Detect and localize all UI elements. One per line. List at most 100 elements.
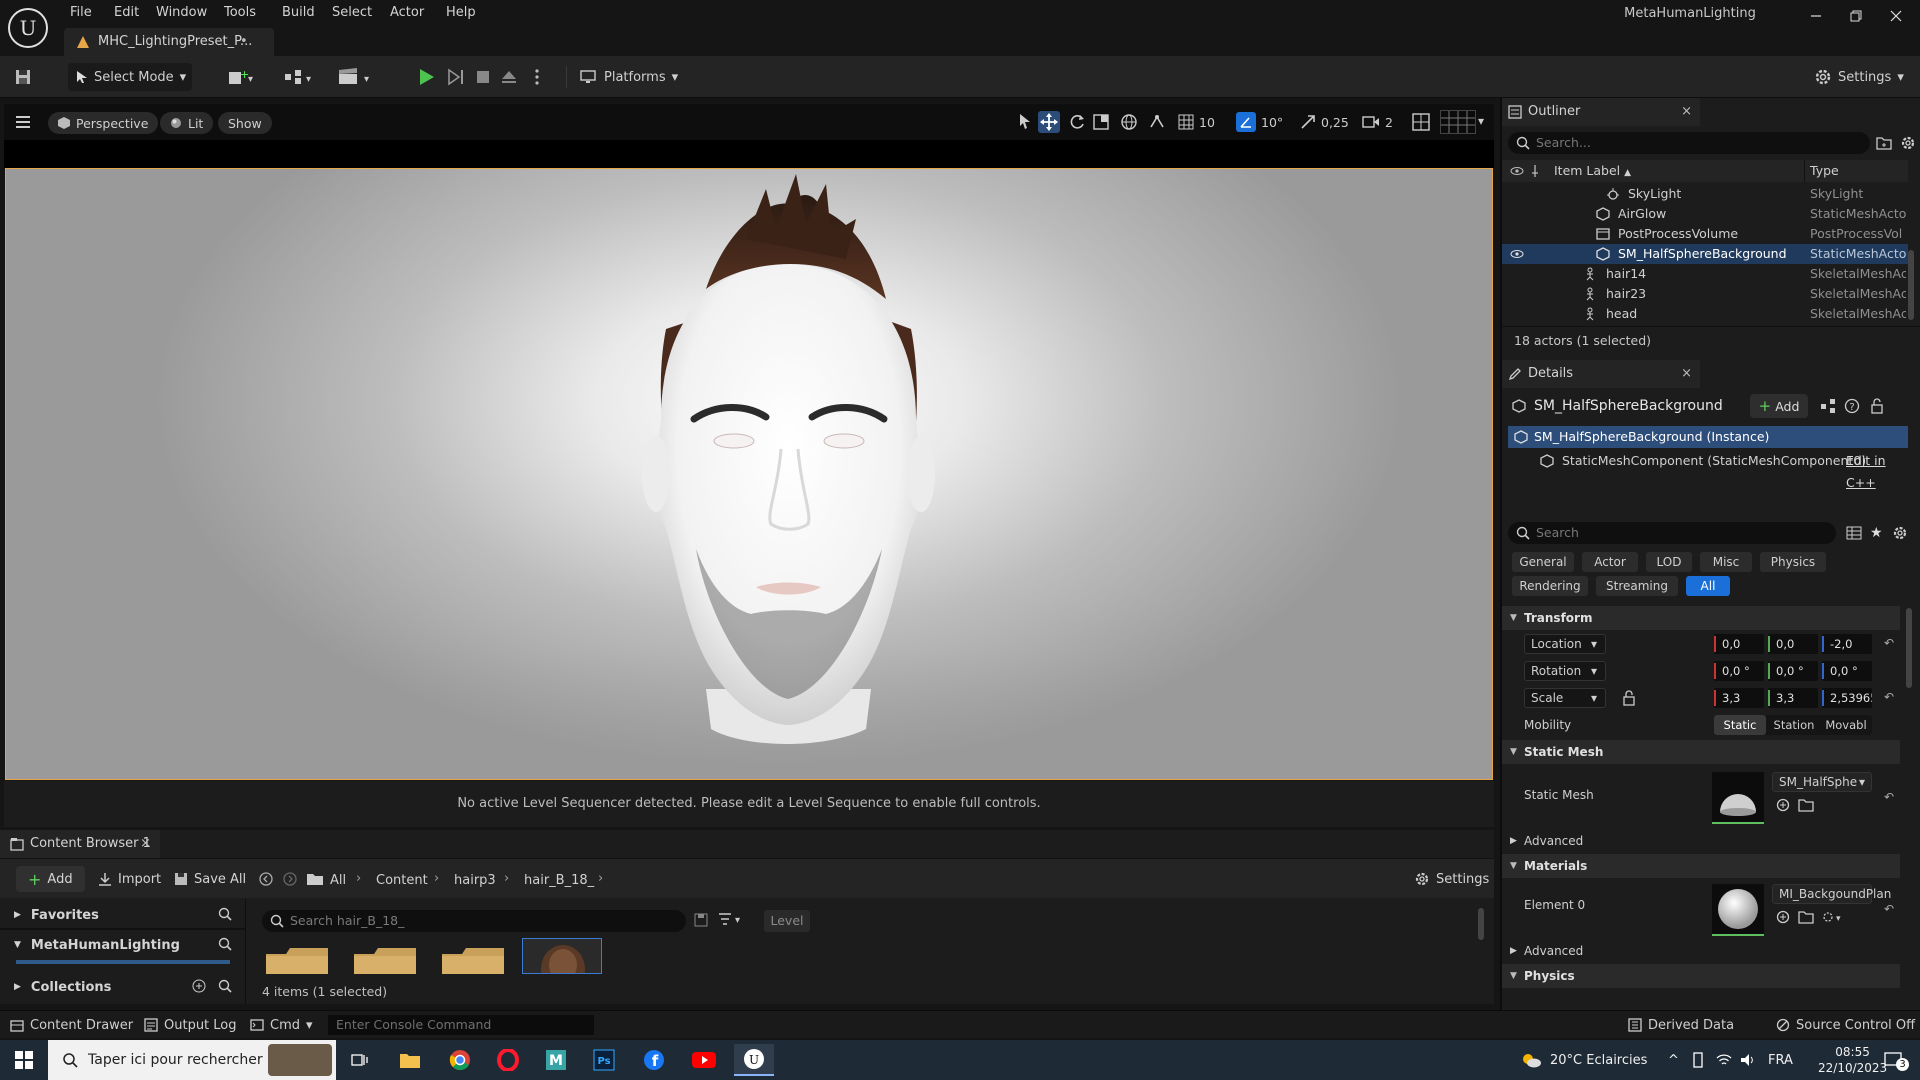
wifi-icon[interactable] bbox=[1716, 1040, 1732, 1080]
outliner-row-selected[interactable]: SM_HalfSphereBackground StaticMeshActo bbox=[1502, 244, 1908, 264]
opera-icon[interactable] bbox=[488, 1044, 528, 1076]
hamburger-menu-icon[interactable] bbox=[16, 115, 32, 129]
chevron-down-icon[interactable]: ▾ bbox=[1478, 114, 1484, 128]
menu-actor[interactable]: Actor bbox=[384, 3, 430, 23]
breadcrumb-hair-b-18[interactable]: hair_B_18_ bbox=[524, 873, 594, 888]
outliner-row[interactable]: hair14 SkeletalMeshAc bbox=[1502, 264, 1908, 284]
select-tool-icon[interactable] bbox=[1017, 113, 1035, 131]
language-indicator[interactable]: FRA bbox=[1768, 1040, 1793, 1080]
output-log-button[interactable]: Output Log bbox=[144, 1016, 237, 1034]
static-mesh-asset-picker[interactable]: SM_HalfSphe ▾ bbox=[1772, 772, 1872, 792]
unreal-editor-taskbar-icon[interactable]: U bbox=[734, 1044, 774, 1076]
close-window-icon[interactable] bbox=[1876, 4, 1916, 28]
help-icon[interactable]: ? bbox=[1844, 398, 1860, 414]
world-space-icon[interactable] bbox=[1120, 113, 1138, 131]
details-tab[interactable]: Details × bbox=[1502, 360, 1700, 388]
filter-actor[interactable]: Actor bbox=[1582, 552, 1638, 572]
location-x-field[interactable]: 0,0 bbox=[1714, 634, 1764, 654]
materials-section-header[interactable]: ▼ Materials bbox=[1502, 854, 1900, 878]
component-row[interactable]: StaticMeshComponent (StaticMeshComponent… bbox=[1508, 450, 1908, 490]
material-options-icon[interactable]: ▾ bbox=[1822, 910, 1846, 924]
cinematics-icon[interactable]: ▾ bbox=[338, 64, 374, 90]
edit-in-cpp-link[interactable]: Edit in C++ bbox=[1846, 450, 1908, 494]
blueprint-convert-icon[interactable] bbox=[1820, 398, 1836, 414]
favorites-row[interactable]: ▶ Favorites bbox=[0, 902, 246, 928]
import-button[interactable]: Import bbox=[92, 866, 167, 892]
search-icon[interactable] bbox=[218, 907, 232, 921]
eject-icon[interactable] bbox=[500, 64, 518, 90]
asset-tab[interactable]: MHC_LightingPreset_P... • bbox=[64, 28, 274, 56]
menu-edit[interactable]: Edit bbox=[108, 3, 145, 23]
static-mesh-thumbnail[interactable] bbox=[1712, 772, 1764, 824]
use-selected-icon[interactable] bbox=[1776, 910, 1790, 924]
outliner-row[interactable]: PostProcessVolume PostProcessVol bbox=[1502, 224, 1908, 244]
breadcrumb-all[interactable]: All bbox=[330, 873, 346, 888]
restore-icon[interactable] bbox=[1836, 4, 1876, 28]
mobility-movable[interactable]: Movabl bbox=[1820, 715, 1872, 735]
stop-icon[interactable] bbox=[474, 64, 492, 90]
scale-tool-icon[interactable] bbox=[1092, 113, 1110, 131]
gear-icon[interactable] bbox=[1900, 135, 1916, 151]
tray-device-icon[interactable] bbox=[1692, 1040, 1704, 1080]
browse-folder-icon[interactable] bbox=[1798, 798, 1814, 812]
type-column-header[interactable]: Type bbox=[1810, 160, 1839, 182]
scale-z-field[interactable]: 2,53965 bbox=[1822, 688, 1872, 708]
materials-advanced-row[interactable]: ▶ Advanced bbox=[1502, 940, 1900, 962]
details-scrollbar[interactable] bbox=[1906, 608, 1912, 688]
add-component-button[interactable]: + Add bbox=[1750, 394, 1808, 418]
gear-icon[interactable] bbox=[1892, 525, 1908, 541]
play-icon[interactable] bbox=[416, 64, 436, 90]
close-icon[interactable]: × bbox=[1681, 360, 1692, 388]
blueprint-icon[interactable]: ▾ bbox=[284, 64, 316, 90]
minimize-icon[interactable] bbox=[1796, 4, 1836, 28]
rotation-y-field[interactable]: 0,0 ° bbox=[1768, 661, 1818, 681]
outliner-row[interactable]: head SkeletalMeshAc bbox=[1502, 304, 1908, 324]
menu-select[interactable]: Select bbox=[326, 3, 378, 23]
show-button[interactable]: Show bbox=[218, 112, 272, 134]
outliner-row[interactable]: AirGlow StaticMeshActo bbox=[1502, 204, 1908, 224]
filter-rendering[interactable]: Rendering bbox=[1512, 576, 1588, 596]
chrome-icon[interactable] bbox=[440, 1044, 480, 1076]
tray-chevron-icon[interactable]: ^ bbox=[1668, 1040, 1679, 1080]
location-dropdown[interactable]: Location ▾ bbox=[1524, 634, 1606, 654]
folder-icon[interactable] bbox=[300, 866, 330, 892]
details-search-input[interactable]: Search bbox=[1508, 522, 1836, 544]
menu-build[interactable]: Build bbox=[276, 3, 321, 23]
lock-icon[interactable] bbox=[1870, 398, 1884, 414]
lit-button[interactable]: Lit bbox=[160, 112, 214, 134]
use-selected-icon[interactable] bbox=[1776, 798, 1790, 812]
location-y-field[interactable]: 0,0 bbox=[1768, 634, 1818, 654]
menu-file[interactable]: File bbox=[64, 3, 98, 23]
rotation-x-field[interactable]: 0,0 ° bbox=[1714, 661, 1764, 681]
item-label-column-header[interactable]: Item Label ▲ bbox=[1554, 160, 1631, 184]
maya-icon[interactable]: M bbox=[536, 1044, 576, 1076]
rotation-dropdown[interactable]: Rotation ▾ bbox=[1524, 661, 1606, 681]
grid-snap-button[interactable]: 10 bbox=[1178, 112, 1215, 132]
property-matrix-icon[interactable] bbox=[1846, 526, 1862, 540]
reset-arrow-icon[interactable]: ↶ bbox=[1884, 690, 1894, 704]
filter-streaming[interactable]: Streaming bbox=[1596, 576, 1678, 596]
scale-dropdown[interactable]: Scale ▾ bbox=[1524, 688, 1606, 708]
physics-section-header[interactable]: ▼ Physics bbox=[1502, 964, 1900, 988]
settings-dropdown[interactable]: Settings ▾ bbox=[1814, 64, 1904, 90]
filter-misc[interactable]: Misc bbox=[1700, 552, 1752, 572]
volume-icon[interactable] bbox=[1740, 1040, 1756, 1080]
move-tool-icon[interactable] bbox=[1038, 111, 1060, 133]
derived-data-button[interactable]: Derived Data bbox=[1628, 1016, 1734, 1034]
viewport-grid-preview-icon[interactable] bbox=[1440, 110, 1476, 134]
unreal-logo-icon[interactable]: U bbox=[6, 6, 50, 50]
project-row[interactable]: ▼ MetaHumanLighting bbox=[0, 932, 246, 958]
save-all-button[interactable]: Save All bbox=[168, 866, 252, 892]
more-options-icon[interactable] bbox=[534, 64, 540, 90]
rotation-z-field[interactable]: 0,0 ° bbox=[1822, 661, 1872, 681]
folder-tree-scrollbar[interactable] bbox=[16, 960, 230, 964]
cb-settings-button[interactable]: Settings bbox=[1408, 866, 1495, 892]
folder-item[interactable] bbox=[440, 944, 506, 974]
filter-all[interactable]: All bbox=[1686, 576, 1730, 596]
rotation-snap-button[interactable]: 10° bbox=[1236, 111, 1283, 133]
select-mode-dropdown[interactable]: Select Mode ▾ bbox=[68, 63, 192, 91]
material-thumbnail[interactable] bbox=[1712, 884, 1764, 936]
add-actor-icon[interactable]: + ▾ bbox=[228, 64, 258, 90]
source-control-button[interactable]: Source Control Off bbox=[1776, 1016, 1915, 1034]
filter-physics[interactable]: Physics bbox=[1760, 552, 1826, 572]
